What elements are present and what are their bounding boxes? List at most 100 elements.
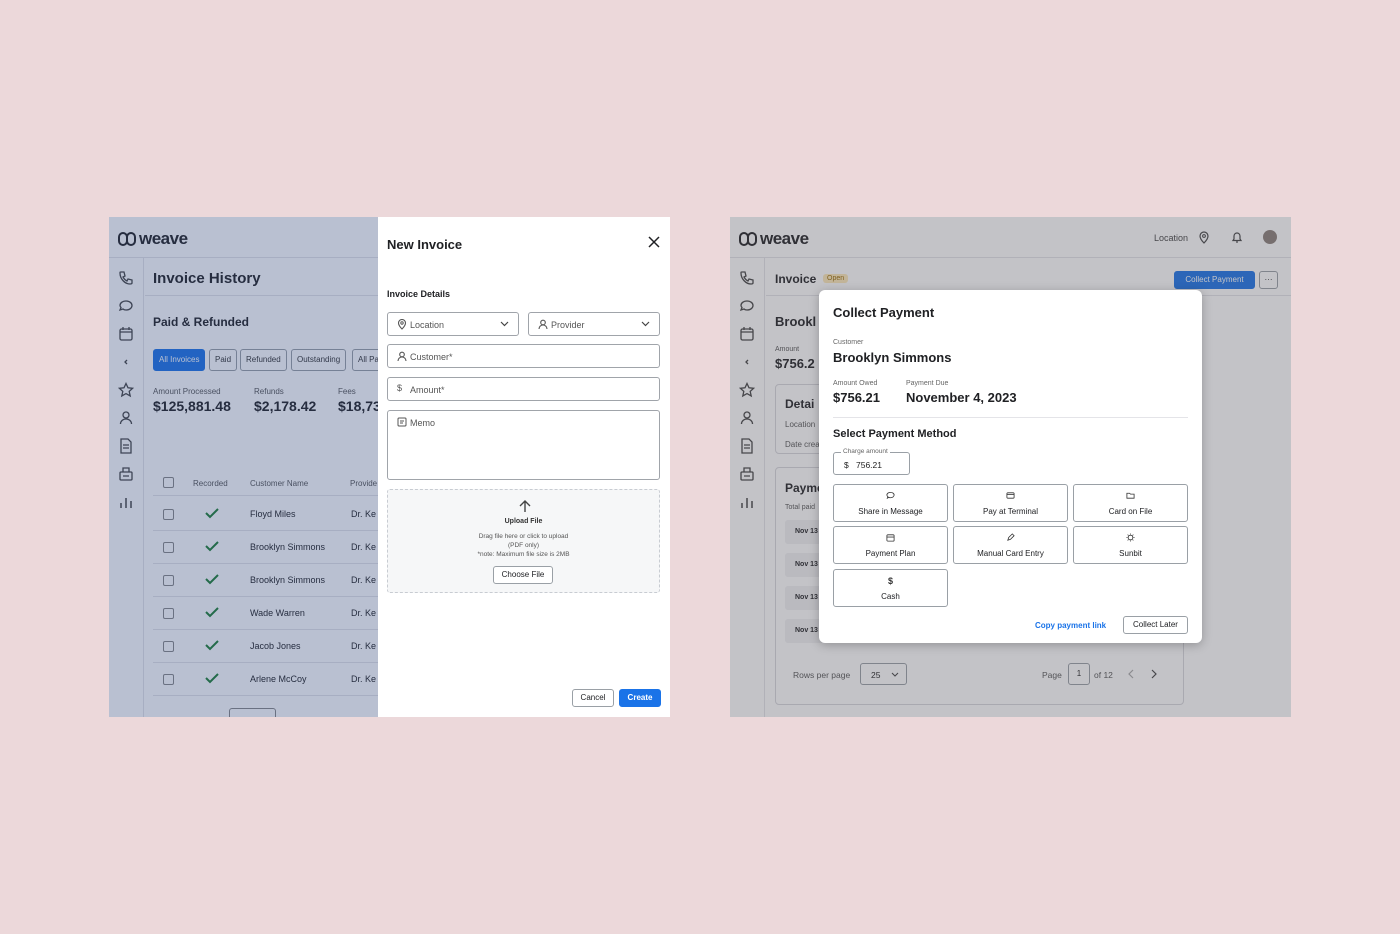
provider-cell: Dr. Ke [351,575,377,585]
sunbit-icon [1126,533,1135,542]
document-icon[interactable] [118,438,134,454]
calendar-icon[interactable] [739,326,755,342]
stat-value-fees: $18,73 [338,398,381,414]
customer-name-cell: Brooklyn Simmons [250,575,326,585]
stat-label-refunds: Refunds [254,387,284,396]
table-row[interactable]: Arlene McCoy Dr. Ke [153,663,383,696]
row-checkbox[interactable] [163,608,174,619]
top-bar: weave Location [730,217,1291,258]
manual-card-entry-option[interactable]: Manual Card Entry [953,526,1068,564]
payment-due-label: Payment Due [906,380,949,387]
more-options-button[interactable]: ··· [1259,271,1278,289]
page-title: Invoice History [153,270,261,287]
cash-option[interactable]: $ Cash [833,569,948,607]
table-row[interactable]: Brooklyn Simmons Dr. Ke [153,564,383,597]
chevron-down-icon [891,672,899,677]
customer-name-cell: Arlene McCoy [250,674,307,684]
message-icon[interactable] [739,298,755,314]
close-icon[interactable] [646,234,662,250]
rows-per-page-select[interactable]: 25 [860,663,907,685]
terminal-icon [1006,492,1015,499]
payment-plan-option[interactable]: Payment Plan [833,526,948,564]
row-checkbox[interactable] [163,641,174,652]
star-icon[interactable] [118,382,134,398]
filter-outstanding[interactable]: Outstanding [291,349,347,371]
star-icon[interactable] [739,382,755,398]
calendar-icon[interactable] [118,326,134,342]
analytics-icon[interactable] [739,494,755,510]
phone-icon[interactable] [118,270,134,286]
amount-field[interactable]: $ Amount* [387,377,660,401]
pay-at-terminal-option[interactable]: Pay at Terminal [953,484,1068,522]
currency-symbol: $ [844,460,849,470]
fax-icon[interactable] [739,466,755,482]
message-icon[interactable] [118,298,134,314]
check-icon [205,574,219,585]
filter-all-invoices[interactable]: All Invoices [153,349,206,371]
phone-icon[interactable] [739,270,755,286]
chevron-left-icon[interactable] [739,354,755,370]
card-on-file-option[interactable]: Card on File [1073,484,1188,522]
location-select[interactable]: Location [387,312,519,336]
customer-name-cell: Jacob Jones [250,641,301,651]
share-in-message-option[interactable]: Share in Message [833,484,948,522]
right-screen: weave Location Invoice Open Collect Paym… [730,217,1291,717]
avatar[interactable] [1263,230,1277,244]
divider [833,417,1188,418]
sunbit-option[interactable]: Sunbit [1073,526,1188,564]
column-header-recorded: Recorded [193,479,228,488]
provider-cell: Dr. Ke [351,641,377,651]
table-row[interactable]: Brooklyn Simmons Dr. Ke [153,531,383,564]
pencil-icon [1007,533,1015,541]
create-button[interactable]: Create [619,689,661,707]
row-checkbox[interactable] [163,674,174,685]
table-header-divider [153,495,383,496]
sidebar [109,258,144,717]
check-icon [205,673,219,684]
person-icon [538,319,548,330]
table-row[interactable]: Jacob Jones Dr. Ke [153,630,383,663]
charge-amount-value: 756.21 [856,460,882,470]
weave-logo-icon [739,232,757,246]
chevron-right-icon[interactable] [1150,669,1158,679]
memo-field[interactable]: Memo [387,410,660,480]
page-number-input[interactable]: 1 [1068,663,1090,685]
document-icon[interactable] [739,438,755,454]
chevron-left-icon[interactable] [1127,669,1135,679]
bell-icon[interactable] [1231,231,1243,244]
charge-amount-field[interactable]: Charge amount $ 756.21 [833,448,910,475]
filter-paid[interactable]: Paid [209,349,238,371]
row-checkbox[interactable] [163,575,174,586]
location-pin-icon[interactable] [1198,231,1210,244]
file-upload-area[interactable]: Upload File Drag file here or click to u… [387,489,660,593]
brand-name: weave [760,229,809,248]
chevron-left-icon[interactable] [118,354,134,370]
customer-name-cell: Floyd Miles [250,509,296,519]
filter-refunded[interactable]: Refunded [240,349,287,371]
upload-hint: Drag file here or click to upload [478,533,569,540]
person-icon[interactable] [118,410,134,426]
customer-name: Brooklyn Simmons [833,350,952,365]
rows-per-page-select[interactable] [229,708,276,717]
option-label: Manual Card Entry [977,549,1044,558]
cancel-button[interactable]: Cancel [572,689,614,707]
collect-later-button[interactable]: Collect Later [1123,616,1188,634]
table-row[interactable]: Wade Warren Dr. Ke [153,597,383,630]
row-checkbox[interactable] [163,542,174,553]
select-all-checkbox[interactable] [163,477,174,488]
page-of-label: of 12 [1094,670,1113,680]
row-checkbox[interactable] [163,509,174,520]
message-icon [886,491,895,500]
choose-file-button[interactable]: Choose File [493,566,553,584]
fax-icon[interactable] [118,466,134,482]
collect-payment-button[interactable]: Collect Payment [1174,271,1255,289]
provider-select[interactable]: Provider [528,312,660,336]
copy-payment-link[interactable]: Copy payment link [1035,621,1106,630]
table-row[interactable]: Floyd Miles Dr. Ke [153,498,383,531]
analytics-icon[interactable] [118,494,134,510]
person-icon[interactable] [739,410,755,426]
person-icon [397,351,407,362]
customer-field[interactable]: Customer* [387,344,660,368]
payment-date: Nov 13 [795,594,818,601]
location-label[interactable]: Location [1154,233,1188,243]
